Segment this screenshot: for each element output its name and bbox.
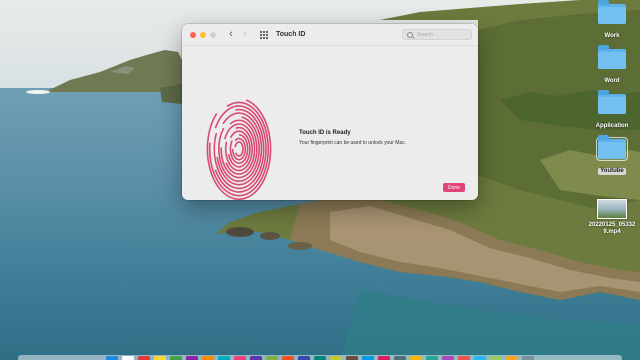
dock xyxy=(18,355,622,360)
desktop-item-application[interactable]: Application xyxy=(584,90,640,132)
window-titlebar[interactable]: ‹ › Touch ID xyxy=(182,24,478,46)
dock-app-icon[interactable] xyxy=(170,356,182,360)
folder-icon xyxy=(598,0,626,24)
dock-app-icon[interactable] xyxy=(186,356,198,360)
touch-id-window: ‹ › Touch ID Touch ID is Ready Your fing… xyxy=(182,24,478,200)
dock-app-icon[interactable] xyxy=(378,356,390,360)
search-field[interactable] xyxy=(402,29,472,40)
dock-app-icon[interactable] xyxy=(346,356,358,360)
desktop-item-label: Youtube xyxy=(598,168,626,175)
show-all-grid-icon[interactable] xyxy=(260,30,268,39)
fingerprint-ridge xyxy=(234,141,244,157)
desktop-item-youtube[interactable]: Youtube xyxy=(584,135,640,177)
desktop-item-work[interactable]: Work xyxy=(584,0,640,42)
forward-button[interactable]: › xyxy=(240,29,250,40)
window-title: Touch ID xyxy=(276,31,306,38)
done-button[interactable]: Done xyxy=(443,183,465,192)
zoom-button[interactable] xyxy=(210,31,216,38)
dock-app-icon[interactable] xyxy=(250,356,262,360)
desktop-item-label: Word xyxy=(604,78,620,84)
search-icon xyxy=(407,31,413,38)
dock-app-icon[interactable] xyxy=(506,356,518,360)
dock-app-icon[interactable] xyxy=(442,356,454,360)
dock-app-icon[interactable] xyxy=(202,356,214,360)
dock-app-icon[interactable] xyxy=(522,356,534,360)
window-controls xyxy=(190,31,216,38)
folder-icon xyxy=(596,135,628,161)
desktop-item-word[interactable]: Word xyxy=(584,45,640,87)
fingerprint-ridge xyxy=(227,130,251,168)
dock-app-icon[interactable] xyxy=(298,356,310,360)
folder-icon xyxy=(598,90,626,114)
desktop-item-label: Work xyxy=(604,33,620,39)
fingerprint-icon xyxy=(206,99,272,200)
dock-app-icon[interactable] xyxy=(266,356,278,360)
touch-id-description: Your fingerprint can be used to unlock y… xyxy=(299,140,407,146)
desktop-item-label: 20220125_05332 9.mp4 xyxy=(588,222,636,235)
dock-app-icon[interactable] xyxy=(490,356,502,360)
dock-app-icon[interactable] xyxy=(138,356,150,360)
dock-app-icon[interactable] xyxy=(426,356,438,360)
dock-app-icon[interactable] xyxy=(122,356,134,360)
dock-app-icon[interactable] xyxy=(154,356,166,360)
search-input[interactable] xyxy=(417,31,471,38)
touch-id-content: Touch ID is Ready Your fingerprint can b… xyxy=(182,46,478,200)
dock-app-icon[interactable] xyxy=(106,356,118,360)
dock-app-icon[interactable] xyxy=(314,356,326,360)
close-button[interactable] xyxy=(190,31,196,38)
dock-app-icon[interactable] xyxy=(474,356,486,360)
desktop-item-video-file[interactable]: 20220125_05332 9.mp4 xyxy=(584,199,640,238)
dock-app-icon[interactable] xyxy=(394,356,406,360)
back-button[interactable]: ‹ xyxy=(226,29,236,40)
touch-id-message: Touch ID is Ready Your fingerprint can b… xyxy=(299,130,406,146)
video-file-icon xyxy=(597,199,627,219)
dock-app-icon[interactable] xyxy=(218,356,230,360)
touch-id-heading: Touch ID is Ready xyxy=(299,130,351,136)
dock-app-icon[interactable] xyxy=(458,356,470,360)
dock-app-icon[interactable] xyxy=(282,356,294,360)
desktop-item-label: Application xyxy=(595,123,629,129)
dock-app-icon[interactable] xyxy=(362,356,374,360)
folder-icon xyxy=(598,45,626,69)
minimize-button[interactable] xyxy=(200,31,206,38)
dock-app-icon[interactable] xyxy=(234,356,246,360)
dock-app-icon[interactable] xyxy=(410,356,422,360)
dock-app-icon[interactable] xyxy=(330,356,342,360)
